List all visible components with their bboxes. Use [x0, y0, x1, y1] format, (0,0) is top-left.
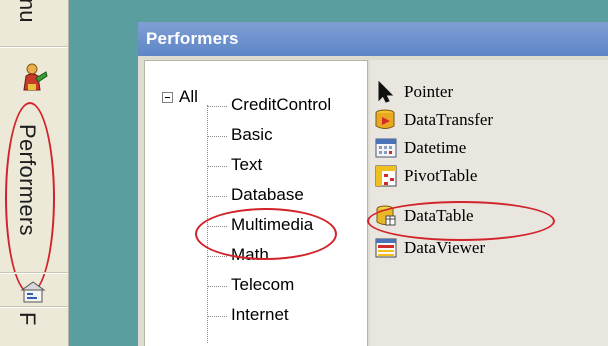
data-table-icon: [376, 205, 396, 226]
tree-item-telecom[interactable]: Telecom: [207, 275, 357, 297]
tree-item-text[interactable]: Text: [207, 155, 357, 177]
pivot-table-icon: [375, 165, 397, 187]
data-transfer-icon: [375, 109, 395, 129]
palette-item-pointer[interactable]: Pointer: [374, 78, 604, 106]
palette-item-datetime[interactable]: Datetime: [374, 134, 604, 162]
toolbar-tab-performers[interactable]: Performers: [14, 124, 40, 236]
toolbar-separator: [0, 306, 68, 308]
tree-root-all[interactable]: All: [179, 87, 198, 107]
component-palette: Pointer DataTransfer Datetime PivotTable…: [367, 60, 608, 346]
palette-item-pivottable[interactable]: PivotTable: [374, 162, 604, 190]
toolbar-tab-next[interactable]: F: [14, 312, 40, 325]
palette-item-dataviewer[interactable]: DataViewer: [374, 234, 604, 262]
tree-item-internet[interactable]: Internet: [207, 305, 357, 327]
properties-icon[interactable]: [20, 280, 46, 304]
vertical-toolbar: nu Performers F: [0, 0, 69, 346]
palette-item-datatable[interactable]: DataTable: [374, 202, 604, 230]
toolbar-tab-previous[interactable]: nu: [14, 0, 40, 22]
toolbar-separator: [0, 46, 68, 48]
pointer-icon: [378, 80, 394, 103]
data-viewer-icon: [375, 238, 397, 258]
panel-titlebar: Performers: [138, 22, 608, 56]
category-tree: All CreditControl Basic Text Database Mu…: [144, 60, 368, 346]
tree-item-creditcontrol[interactable]: CreditControl: [207, 95, 357, 117]
collapse-icon[interactable]: [162, 92, 173, 103]
toolbar-separator: [0, 272, 68, 274]
tree-item-math[interactable]: Math: [207, 245, 357, 267]
panel-title: Performers: [146, 29, 239, 48]
tree-item-database[interactable]: Database: [207, 185, 357, 207]
performers-icon: [23, 63, 48, 91]
performers-panel: Performers All CreditControl Basic Text …: [138, 22, 608, 346]
tree-item-multimedia[interactable]: Multimedia: [207, 215, 357, 237]
datetime-icon: [375, 138, 397, 158]
palette-item-datatransfer[interactable]: DataTransfer: [374, 106, 604, 134]
tree-item-basic[interactable]: Basic: [207, 125, 357, 147]
